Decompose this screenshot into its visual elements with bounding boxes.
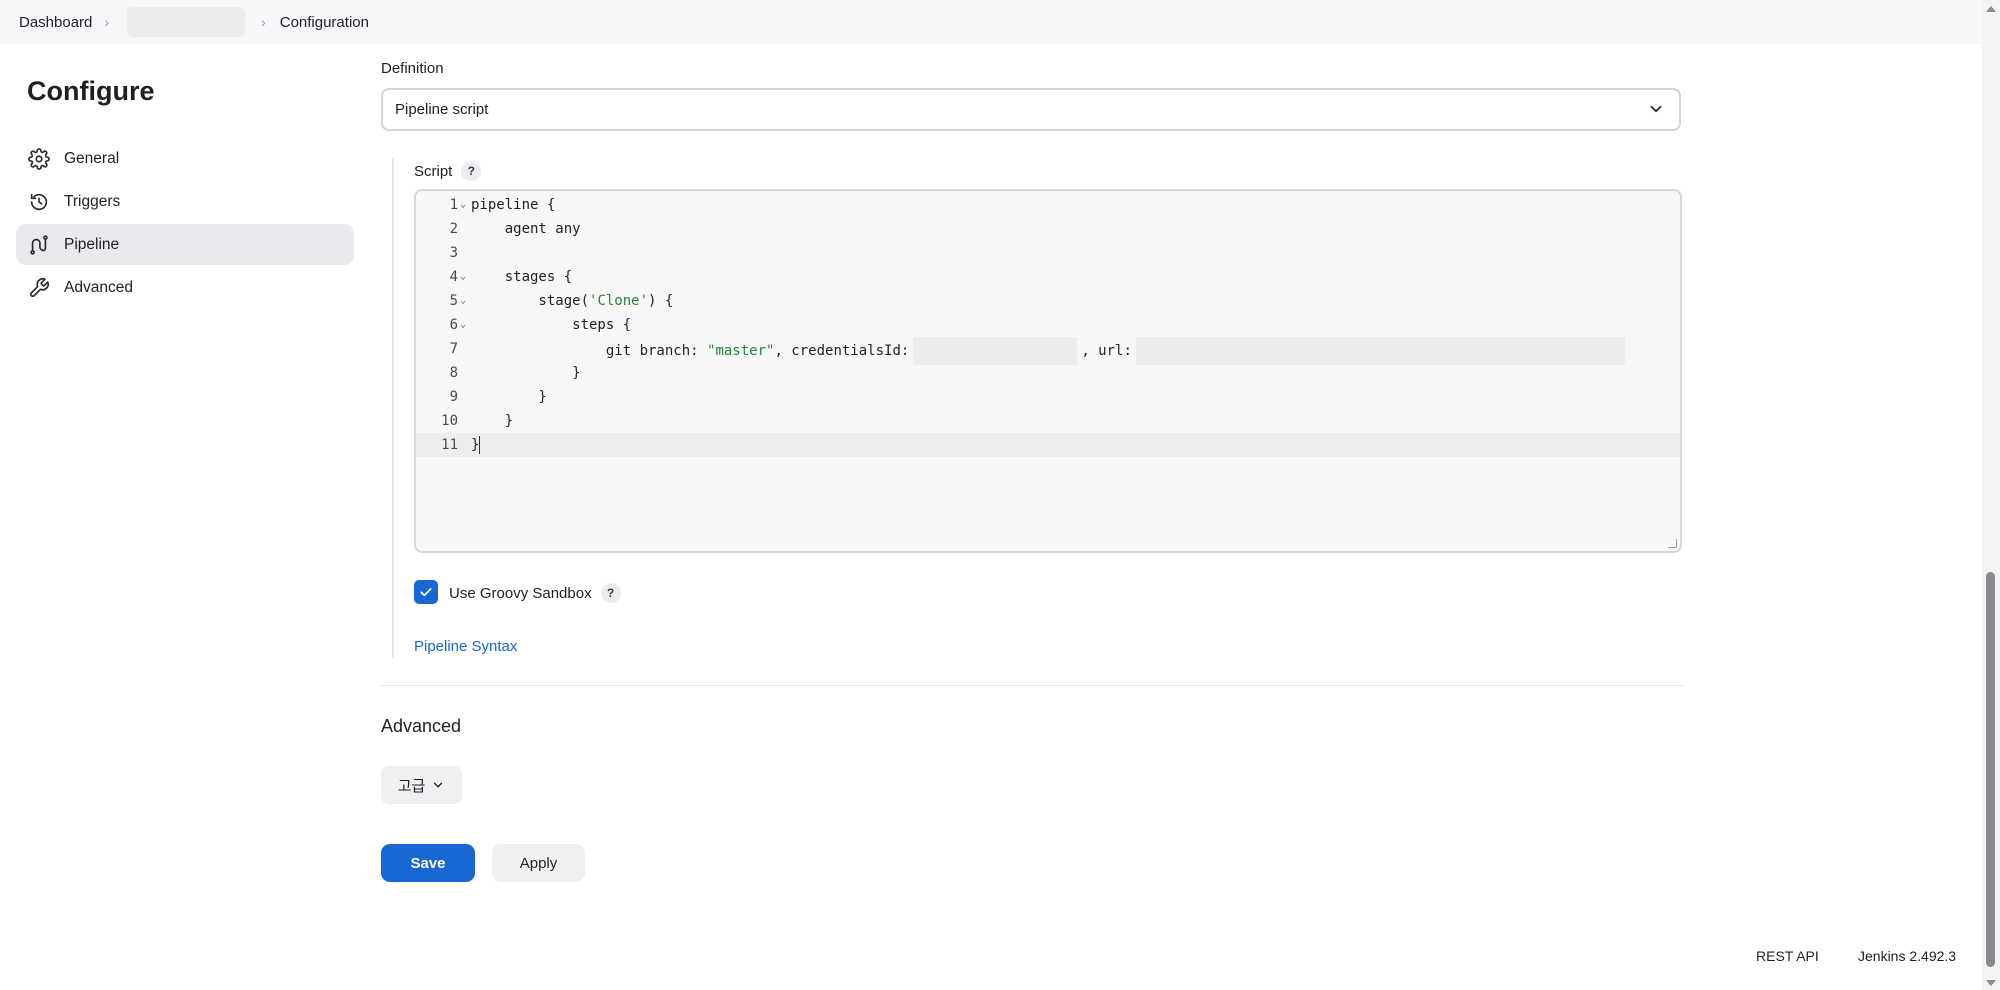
sidebar-item-label: Pipeline (64, 235, 120, 253)
fold-chevron-icon[interactable]: ⌄ (460, 289, 466, 313)
code-line: 10 } (416, 409, 1680, 433)
code-text: pipeline { (471, 197, 556, 213)
line-number: 8 (449, 365, 458, 381)
code-line-current: 11 } (416, 433, 1680, 457)
page-title: Configure (27, 76, 155, 106)
advanced-toggle-button[interactable]: 고급 (381, 766, 462, 804)
line-number: 10 (441, 413, 458, 429)
page-scrollbar[interactable] (1982, 0, 2000, 990)
script-editor[interactable]: 1 ⌄ pipeline { 2 agent any 3 4 ⌄ stages … (414, 189, 1682, 553)
sidebar-item-general[interactable]: General (16, 138, 354, 179)
line-number: 6 (449, 317, 458, 333)
sidebar-item-label: General (64, 149, 120, 167)
scrollbar-thumb[interactable] (1986, 572, 1995, 967)
code-line: 8 } (416, 361, 1680, 385)
code-text: } (471, 436, 481, 454)
definition-label: Definition (381, 60, 444, 77)
line-number: 9 (449, 389, 458, 405)
sidebar-item-label: Triggers (64, 192, 121, 210)
chevron-right-icon: › (261, 14, 266, 30)
pipeline-syntax-link[interactable]: Pipeline Syntax (414, 638, 517, 655)
sidebar-item-advanced[interactable]: Advanced (16, 267, 354, 308)
advanced-section-title: Advanced (381, 716, 462, 736)
script-help-icon[interactable]: ? (461, 161, 482, 181)
code-text: stages { (471, 269, 573, 285)
breadcrumb-configuration[interactable]: Configuration (280, 14, 369, 31)
checkmark-icon (420, 588, 432, 597)
scroll-up-icon[interactable] (1986, 6, 1996, 12)
groovy-sandbox-checkbox[interactable] (414, 580, 438, 604)
script-label: Script (414, 162, 453, 180)
code-line: 3 (416, 241, 1680, 265)
rest-api-link[interactable]: REST API (1756, 948, 1819, 964)
code-line: 1 ⌄ pipeline { (416, 193, 1680, 217)
jenkins-version[interactable]: Jenkins 2.492.3 (1858, 948, 1956, 964)
save-button[interactable]: Save (381, 844, 475, 882)
definition-select[interactable]: Pipeline script (381, 88, 1681, 131)
definition-selected-value: Pipeline script (395, 101, 489, 118)
code-text: } (471, 413, 514, 429)
line-number: 11 (441, 437, 458, 453)
line-number: 2 (449, 221, 458, 237)
line-number: 1 (449, 197, 458, 213)
sandbox-label-row: Use Groovy Sandbox ? (449, 583, 621, 603)
gear-icon (28, 147, 50, 170)
divider (381, 685, 1683, 686)
fold-chevron-icon[interactable]: ⌄ (460, 193, 466, 217)
text-cursor (479, 436, 481, 454)
code-line: 2 agent any (416, 217, 1680, 241)
scroll-down-icon[interactable] (1986, 980, 1996, 986)
pipeline-icon (28, 234, 50, 256)
clock-icon (28, 191, 50, 213)
sidebar-item-pipeline[interactable]: Pipeline (16, 224, 354, 265)
breadcrumb-dashboard[interactable]: Dashboard (19, 14, 92, 31)
chevron-down-icon (434, 782, 443, 788)
code-line: 7 git branch: "master", credentialsId:, … (416, 337, 1680, 365)
wrench-icon (28, 277, 50, 299)
chevron-down-icon (1647, 100, 1665, 118)
code-line: 4 ⌄ stages { (416, 265, 1680, 289)
chevron-right-icon: › (104, 14, 110, 30)
code-line: 9 } (416, 385, 1680, 409)
line-number: 4 (449, 269, 458, 285)
sidebar-nav: General Triggers Pipeline Advanced (16, 138, 354, 310)
code-text: } (471, 365, 581, 381)
line-number: 5 (449, 293, 458, 309)
line-number: 7 (449, 341, 458, 357)
fold-chevron-icon[interactable]: ⌄ (460, 265, 466, 289)
fold-chevron-icon[interactable]: ⌄ (460, 313, 466, 337)
sandbox-help-icon[interactable]: ? (600, 583, 621, 603)
script-label-row: Script ? (414, 161, 482, 181)
code-text: agent any (471, 221, 581, 237)
sidebar-item-triggers[interactable]: Triggers (16, 181, 354, 222)
groovy-sandbox-label[interactable]: Use Groovy Sandbox (449, 585, 592, 602)
breadcrumb-job-redacted[interactable] (127, 7, 246, 37)
code-text: stage('Clone') { (471, 293, 674, 309)
apply-button[interactable]: Apply (492, 844, 585, 882)
advanced-toggle-label: 고급 (397, 777, 426, 795)
code-line: 6 ⌄ steps { (416, 313, 1680, 337)
line-number: 3 (449, 245, 458, 261)
breadcrumb: Dashboard › › Configuration (0, 0, 1982, 44)
resize-handle-icon[interactable] (1668, 539, 1677, 548)
section-indent-line (392, 158, 394, 658)
code-text: steps { (471, 317, 632, 333)
sidebar-item-label: Advanced (64, 278, 133, 296)
code-line: 5 ⌄ stage('Clone') { (416, 289, 1680, 313)
code-text: } (471, 389, 547, 405)
